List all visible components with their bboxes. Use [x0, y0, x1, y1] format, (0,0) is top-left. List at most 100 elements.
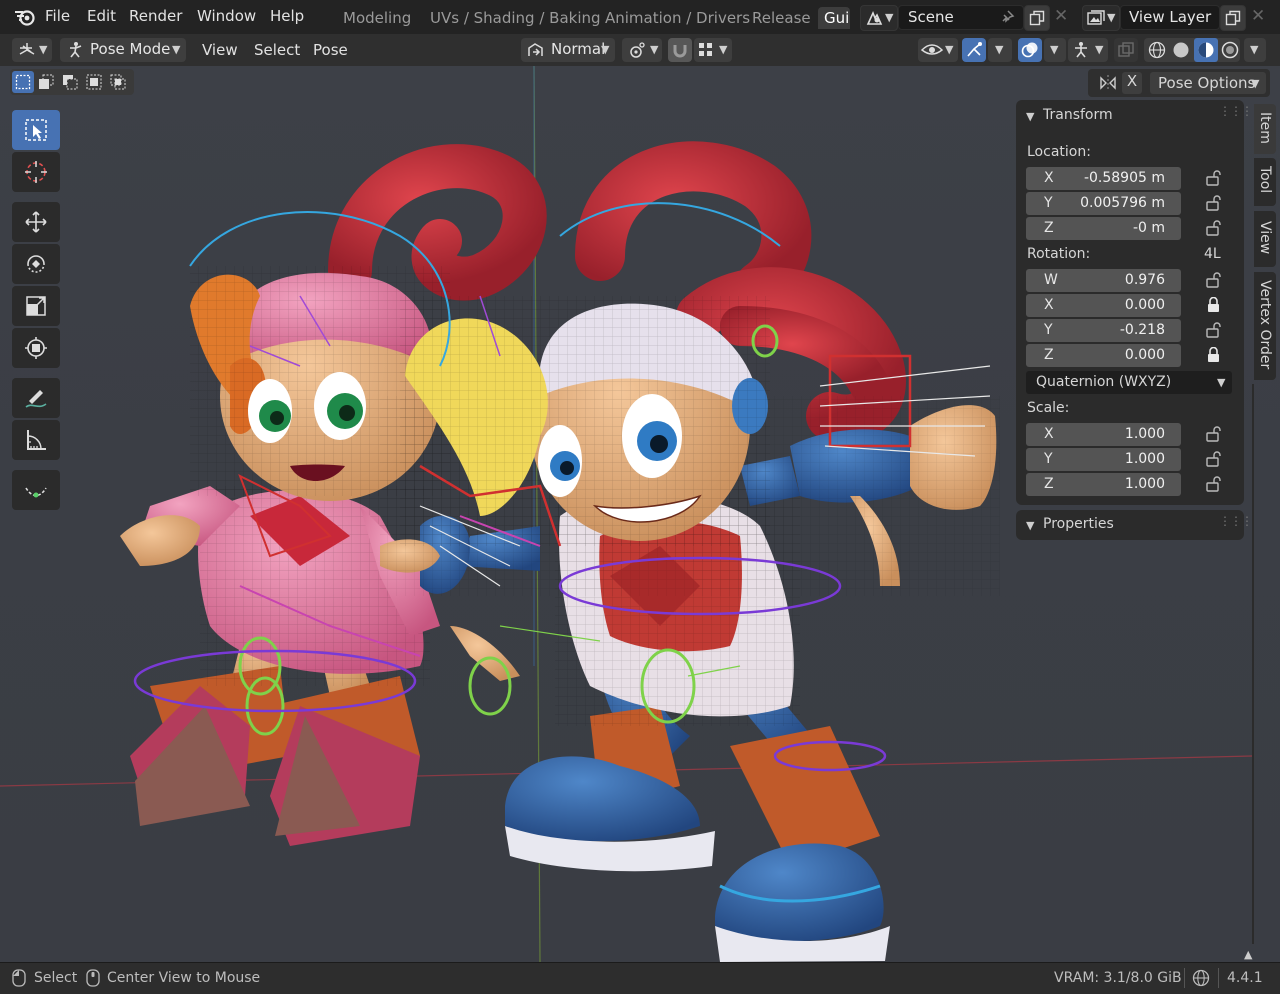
sidebar-tab-view[interactable]: View — [1254, 211, 1276, 267]
lock-icon[interactable] — [1205, 347, 1223, 363]
rotation-4l-toggle[interactable]: 4L — [1204, 246, 1221, 262]
tool-cursor[interactable] — [12, 152, 60, 192]
bone-overlay-dropdown[interactable]: ▼ — [1068, 38, 1108, 62]
drag-handle-icon[interactable]: ⋮⋮⋮ — [1219, 514, 1253, 528]
new-scene-button[interactable] — [1024, 5, 1050, 31]
overlays-toggle[interactable] — [1018, 38, 1042, 62]
mode-dropdown[interactable]: Pose Mode ▼ — [60, 38, 186, 62]
mirror-icon[interactable] — [1098, 74, 1118, 92]
network-globe-icon[interactable] — [1192, 969, 1212, 989]
pivot-point-dropdown[interactable]: ▼ — [622, 38, 662, 62]
location-x-field[interactable]: X -0.58905 m — [1026, 167, 1181, 190]
tab-gui[interactable]: Gui — [818, 7, 850, 29]
tool-select-box[interactable] — [12, 110, 60, 150]
tab-release[interactable]: Release — [752, 9, 811, 27]
xray-toggle[interactable] — [1114, 38, 1138, 62]
collapse-chevron-icon[interactable]: ▼ — [1026, 110, 1034, 123]
rotation-w-field[interactable]: W 0.976 — [1026, 269, 1181, 292]
menu-render[interactable]: Render — [129, 7, 182, 25]
close-icon[interactable]: ✕ — [1251, 6, 1265, 26]
gizmo-dropdown[interactable]: ▼ — [988, 38, 1012, 62]
panel-title-transform[interactable]: Transform — [1043, 107, 1113, 123]
select-new-button[interactable] — [12, 71, 34, 93]
sidebar-tab-item[interactable]: Item — [1254, 104, 1276, 154]
shading-dropdown[interactable]: ▼ — [1244, 38, 1266, 62]
overlays-dropdown[interactable]: ▼ — [1044, 38, 1066, 62]
gizmo-toggle[interactable] — [962, 38, 986, 62]
tab-uvs-shading-baking[interactable]: UVs / Shading / Baking — [430, 9, 601, 27]
location-z-field[interactable]: Z -0 m — [1026, 217, 1181, 240]
scale-z-field[interactable]: Z 1.000 — [1026, 473, 1181, 496]
location-y-field[interactable]: Y 0.005796 m — [1026, 192, 1181, 215]
sidebar-tab-tool[interactable]: Tool — [1254, 158, 1276, 206]
menu-pose[interactable]: Pose — [313, 41, 348, 59]
menu-window[interactable]: Window — [197, 7, 256, 25]
scene-selector-button[interactable]: ▼ — [860, 5, 898, 31]
tool-transform[interactable] — [12, 328, 60, 368]
snap-toggle[interactable] — [668, 38, 692, 62]
rotation-y-field[interactable]: Y -0.218 — [1026, 319, 1181, 342]
sidebar-tab-vertex-order[interactable]: Vertex Order — [1254, 272, 1276, 380]
snap-target-dropdown[interactable]: ▼ — [694, 38, 732, 62]
material-preview-active[interactable] — [1194, 38, 1218, 62]
select-intersect-icon[interactable] — [110, 74, 126, 90]
menu-select[interactable]: Select — [254, 41, 300, 59]
scene-name-field[interactable]: Scene — [898, 5, 1024, 30]
editor-type-button[interactable]: ▼ — [12, 38, 52, 62]
menu-view[interactable]: View — [202, 41, 238, 59]
tool-annotate[interactable] — [12, 378, 60, 418]
unlock-icon[interactable] — [1205, 272, 1223, 288]
transform-orientation-dropdown[interactable]: Normal ▼ — [521, 38, 615, 62]
lock-icon[interactable] — [1205, 297, 1223, 313]
tab-animation-drivers[interactable]: Animation / Drivers — [605, 9, 750, 27]
select-invert-icon[interactable] — [86, 74, 102, 90]
menu-file[interactable]: File — [45, 7, 70, 25]
view-layer-selector-button[interactable]: ▼ — [1082, 5, 1120, 31]
scale-x-field[interactable]: X 1.000 — [1026, 423, 1181, 446]
tool-scale[interactable] — [12, 286, 60, 326]
select-extend-icon[interactable] — [38, 74, 54, 90]
3d-viewport[interactable]: X Pose Options ▼ ▼ Transform ⋮⋮⋮ Locatio… — [0, 66, 1280, 962]
chevron-down-icon: ▼ — [39, 43, 48, 56]
unlock-icon[interactable] — [1205, 195, 1223, 211]
blender-logo-icon[interactable] — [14, 8, 36, 26]
solid-shading-icon[interactable] — [1172, 41, 1190, 59]
scale-y-field[interactable]: Y 1.000 — [1026, 448, 1181, 471]
duplicate-icon — [1029, 10, 1045, 26]
drag-handle-icon[interactable]: ⋮⋮⋮ — [1219, 104, 1253, 118]
select-box-icon — [25, 119, 47, 141]
close-icon[interactable]: ✕ — [1054, 6, 1068, 26]
unlock-icon[interactable] — [1205, 451, 1223, 467]
unlock-icon[interactable] — [1205, 220, 1223, 236]
wireframe-shading-icon[interactable] — [1148, 41, 1166, 59]
rotation-x-field[interactable]: X 0.000 — [1026, 294, 1181, 317]
tool-rotate[interactable] — [12, 244, 60, 284]
mirror-x-toggle[interactable]: X — [1122, 72, 1142, 94]
menu-edit[interactable]: Edit — [87, 7, 116, 25]
rotation-mode-dropdown[interactable]: Quaternion (WXYZ) ▼ — [1026, 371, 1232, 394]
scroll-up-icon[interactable]: ▲ — [1244, 948, 1252, 961]
panel-title-properties[interactable]: Properties — [1043, 516, 1114, 532]
rendered-shading-icon[interactable] — [1221, 41, 1239, 59]
unlock-icon[interactable] — [1205, 322, 1223, 338]
tab-modeling[interactable]: Modeling — [343, 9, 411, 27]
pin-icon[interactable] — [999, 9, 1015, 25]
collapse-chevron-icon[interactable]: ▼ — [1026, 519, 1034, 532]
view-layer-name-field[interactable]: View Layer — [1120, 5, 1220, 30]
tool-breakdowner[interactable] — [12, 470, 60, 510]
rotation-z-field[interactable]: Z 0.000 — [1026, 344, 1181, 367]
unlock-icon[interactable] — [1205, 476, 1223, 492]
top-menu-bar: File Edit Render Window Help Modeling UV… — [0, 0, 1280, 35]
unlock-icon[interactable] — [1205, 170, 1223, 186]
tool-measure[interactable] — [12, 420, 60, 460]
tool-move[interactable] — [12, 202, 60, 242]
visibility-dropdown[interactable]: ▼ — [918, 38, 958, 62]
pivot-icon — [630, 42, 645, 58]
new-view-layer-button[interactable] — [1220, 5, 1246, 31]
select-subtract-icon[interactable] — [62, 74, 78, 90]
chevron-down-icon: ▼ — [885, 11, 894, 24]
chevron-down-icon: ▼ — [172, 43, 181, 56]
menu-help[interactable]: Help — [270, 7, 304, 25]
unlock-icon[interactable] — [1205, 426, 1223, 442]
pose-options-dropdown[interactable]: Pose Options ▼ — [1150, 72, 1266, 94]
